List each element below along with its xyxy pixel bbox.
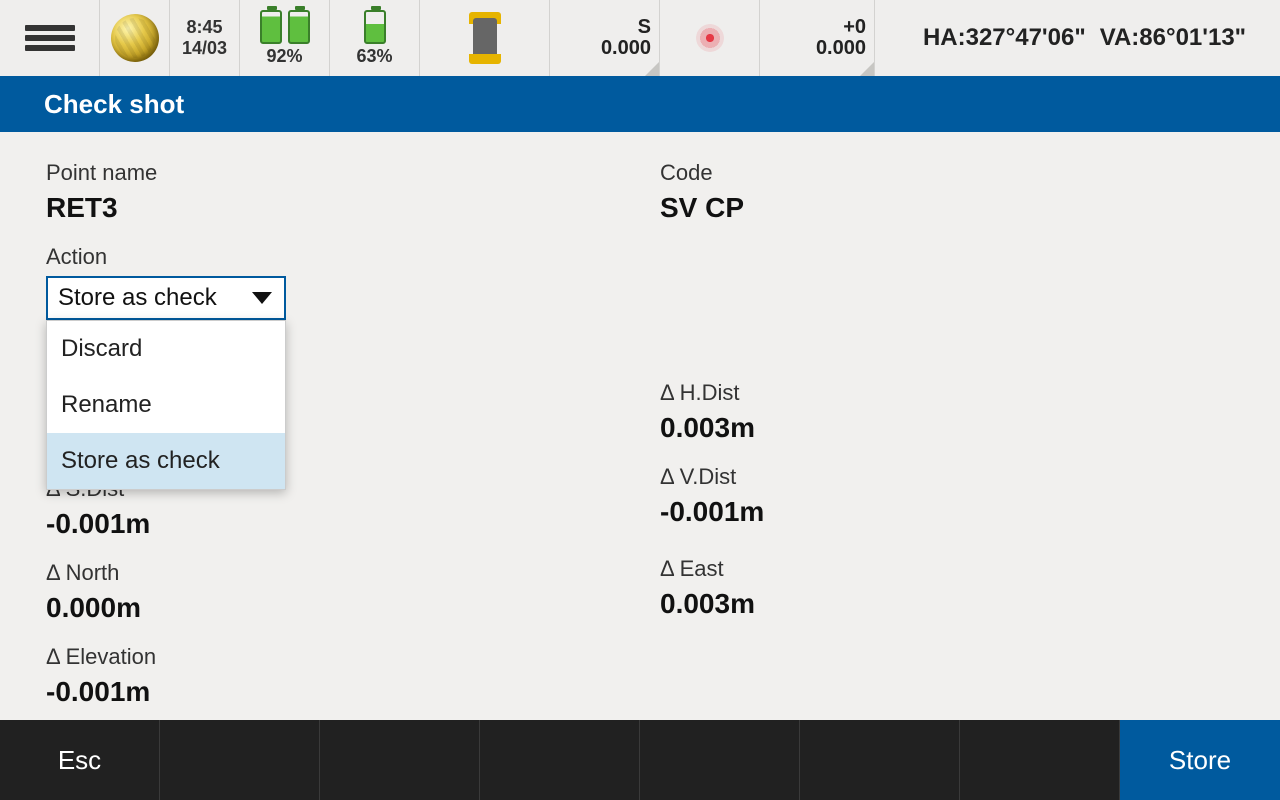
s-distance-display[interactable]: S 0.000 <box>550 0 660 76</box>
main-content: Point name RET3 Code SV CP Action Store … <box>0 132 1280 720</box>
delta-hdist-label: Δ H.Dist <box>660 380 1234 406</box>
globe-icon <box>111 14 159 62</box>
softkey-3[interactable] <box>320 720 480 800</box>
menu-button[interactable] <box>0 0 100 76</box>
time-text: 8:45 <box>186 17 222 38</box>
delta-east-value: 0.003m <box>660 588 1234 620</box>
battery2-percent: 63% <box>356 46 392 67</box>
battery-full-icon <box>288 10 310 44</box>
offset-label: +0 <box>843 17 866 37</box>
action-label: Action <box>46 244 620 270</box>
total-station-icon <box>465 12 505 64</box>
action-select[interactable]: Store as check <box>46 276 286 320</box>
offset-display[interactable]: +0 0.000 <box>760 0 875 76</box>
point-name-value: RET3 <box>46 192 620 224</box>
battery1-percent: 92% <box>266 46 302 67</box>
esc-button[interactable]: Esc <box>0 720 160 800</box>
delta-elev-label: Δ Elevation <box>46 644 620 670</box>
delta-hdist-value: 0.003m <box>660 412 1234 444</box>
date-text: 14/03 <box>182 38 227 59</box>
s-label: S <box>638 17 651 37</box>
softkey-2[interactable] <box>160 720 320 800</box>
status-bar: 8:45 14/03 92% 63% S 0.000 +0 0.000 HA:3… <box>0 0 1280 76</box>
point-name-label: Point name <box>46 160 620 186</box>
target-button[interactable] <box>660 0 760 76</box>
delta-north-value: 0.000m <box>46 592 620 624</box>
hamburger-icon <box>25 21 75 55</box>
angles-display[interactable]: HA:327°47'06" VA:86°01'13" <box>875 0 1280 76</box>
instrument-button[interactable] <box>420 0 550 76</box>
battery-instrument[interactable]: 63% <box>330 0 420 76</box>
battery-controller[interactable]: 92% <box>240 0 330 76</box>
target-icon <box>696 24 724 52</box>
offset-value: 0.000 <box>816 37 866 60</box>
action-option-rename[interactable]: Rename <box>47 377 285 433</box>
battery-full-icon <box>260 10 282 44</box>
bottom-toolbar: Esc Store <box>0 720 1280 800</box>
store-button[interactable]: Store <box>1120 720 1280 800</box>
chevron-down-icon <box>252 292 272 304</box>
action-option-store-as-check[interactable]: Store as check <box>47 433 285 489</box>
battery-partial-icon <box>364 10 386 44</box>
softkey-5[interactable] <box>640 720 800 800</box>
delta-sdist-value: -0.001m <box>46 508 620 540</box>
action-dropdown: Discard Rename Store as check <box>46 320 286 490</box>
code-label: Code <box>660 160 1234 186</box>
title-bar: Check shot <box>0 76 1280 132</box>
delta-elev-value: -0.001m <box>46 676 620 708</box>
globe-button[interactable] <box>100 0 170 76</box>
softkey-7[interactable] <box>960 720 1120 800</box>
horizontal-angle: HA:327°47'06" <box>923 24 1086 52</box>
page-title: Check shot <box>44 89 184 120</box>
delta-east-label: Δ East <box>660 556 1234 582</box>
code-value: SV CP <box>660 192 1234 224</box>
s-value: 0.000 <box>601 37 651 60</box>
vertical-angle: VA:86°01'13" <box>1100 24 1246 52</box>
datetime-display[interactable]: 8:45 14/03 <box>170 0 240 76</box>
action-option-discard[interactable]: Discard <box>47 321 285 377</box>
softkey-4[interactable] <box>480 720 640 800</box>
delta-north-label: Δ North <box>46 560 620 586</box>
action-selected-value: Store as check <box>58 284 217 312</box>
softkey-6[interactable] <box>800 720 960 800</box>
